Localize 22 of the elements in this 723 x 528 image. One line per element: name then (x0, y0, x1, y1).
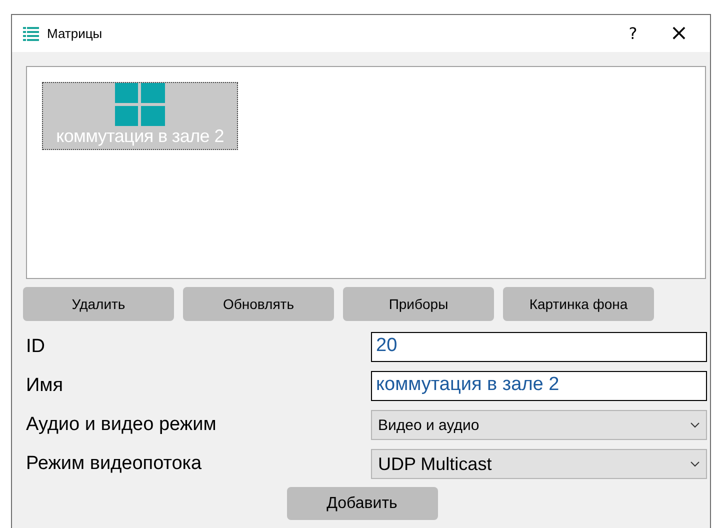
add-button[interactable]: Добавить (286, 487, 438, 520)
field-label: Режим видеопотока (26, 453, 202, 475)
field-label: ID (26, 336, 45, 358)
dropdown[interactable]: UDP Multicast (371, 449, 707, 479)
toolbar-button[interactable]: Обновлять (183, 287, 334, 321)
dropdown-value: UDP Multicast (378, 454, 492, 474)
window-title: Матрицы (47, 26, 104, 41)
close-button[interactable]: × (656, 15, 702, 52)
dropdown-value: Видео и аудио (378, 416, 480, 434)
chevron-down-icon (690, 422, 700, 428)
toolbar-button[interactable]: Удалить (23, 287, 174, 321)
dropdown[interactable]: Видео и аудио (371, 410, 707, 440)
input-field[interactable]: 20 (371, 332, 707, 362)
field-label: Аудио и видео режим (26, 414, 216, 436)
field-label: Имя (26, 375, 64, 397)
help-button[interactable]: ? (610, 15, 656, 52)
grid-icon (115, 83, 165, 126)
toolbar-button[interactable]: Картинка фона (503, 287, 654, 321)
table-icon (23, 26, 39, 42)
toolbar-button[interactable]: Приборы (343, 287, 494, 321)
input-field[interactable]: коммутация в зале 2 (371, 371, 707, 401)
chevron-down-icon (690, 461, 700, 467)
